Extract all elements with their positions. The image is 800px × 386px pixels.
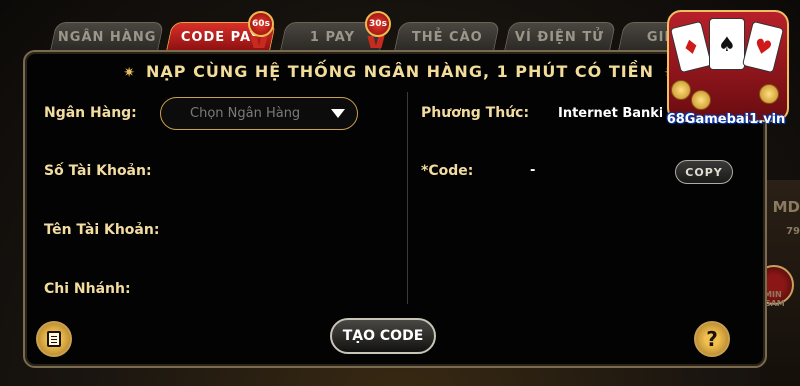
create-code-button[interactable]: TẠO CODE (330, 318, 436, 354)
branch-label: Chi Nhánh: (44, 281, 131, 297)
payment-tabs: NGÂN HÀNG CODE PAY 1 PAY THẺ CÀO VÍ ĐIỆN… (47, 22, 757, 52)
coin-icon (671, 80, 691, 100)
column-divider (407, 92, 408, 304)
tab-vi-dien-tu[interactable]: VÍ ĐIỆN TỬ (503, 22, 617, 52)
tab-label: CODE PAY (181, 30, 261, 45)
brand-logo: ♦ ♠ ♥ 68Gamebai1.vin (661, 10, 791, 136)
help-button[interactable]: ? (694, 321, 730, 357)
copy-button[interactable]: COPY (675, 160, 733, 184)
account-number-label: Số Tài Khoản: (44, 163, 152, 179)
background-text: MIN GAM (764, 290, 785, 308)
coin-icon (691, 90, 711, 110)
timer-badge: 30s (365, 11, 391, 37)
ribbon-icon (252, 36, 266, 48)
background-text: 79 (786, 226, 800, 237)
help-icon: ? (706, 327, 718, 351)
method-label: Phương Thức: (421, 105, 530, 121)
history-button[interactable] (36, 321, 72, 357)
code-label: *Code: (421, 163, 474, 179)
bank-select[interactable]: Chọn Ngân Hàng (160, 97, 358, 130)
bank-label: Ngân Hàng: (44, 105, 137, 121)
account-name-label: Tên Tài Khoản: (44, 222, 160, 238)
logo-text: 68Gamebai1.vin (666, 112, 786, 127)
code-value: - (530, 163, 536, 178)
bank-select-placeholder: Chọn Ngân Hàng (190, 106, 301, 121)
tab-the-cao[interactable]: THẺ CÀO (393, 22, 501, 52)
background-text: MD (772, 198, 800, 216)
tab-label: VÍ ĐIỆN TỬ (515, 30, 605, 45)
document-icon (47, 331, 61, 347)
tab-ngan-hang[interactable]: NGÂN HÀNG (49, 22, 165, 52)
coin-icon (759, 84, 779, 104)
playing-cards-icon: ♠ (709, 18, 745, 70)
tab-label: 1 PAY (310, 30, 356, 45)
ribbon-icon (369, 36, 383, 48)
timer-badge: 60s (248, 11, 274, 37)
title-text: NẠP CÙNG HỆ THỐNG NGÂN HÀNG, 1 PHÚT CÓ T… (146, 62, 654, 81)
star-icon: ✷ (123, 65, 136, 81)
tab-label: THẺ CÀO (411, 30, 483, 45)
method-value: Internet Banki (558, 106, 662, 121)
chevron-down-icon (331, 109, 345, 118)
tab-label: NGÂN HÀNG (57, 30, 157, 45)
